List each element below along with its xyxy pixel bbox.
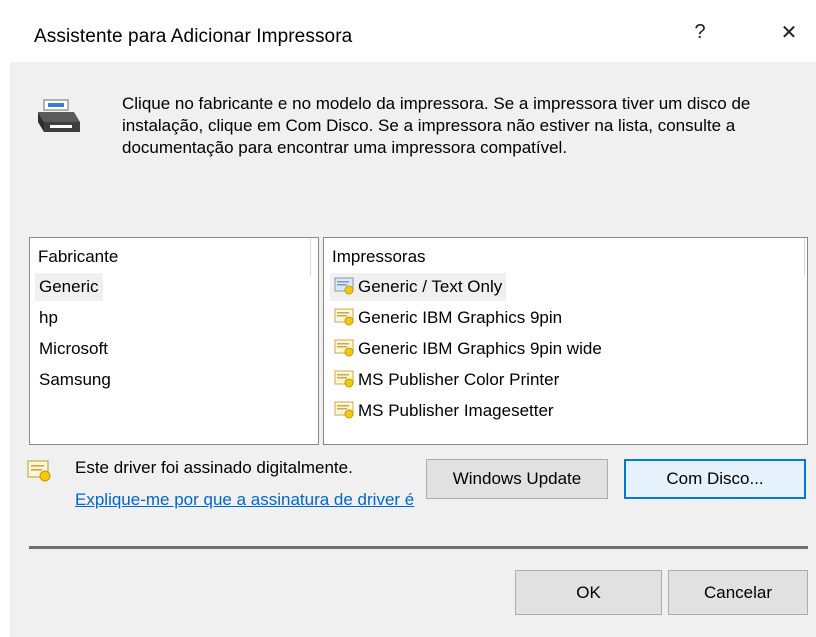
manufacturer-list[interactable]: Fabricante Generic hp Microsoft Samsung bbox=[29, 237, 319, 445]
signature-info-link[interactable]: Explique-me por que a assinatura de driv… bbox=[75, 490, 475, 510]
windows-update-button[interactable]: Windows Update bbox=[426, 459, 608, 499]
printer-label: MS Publisher Imagesetter bbox=[358, 401, 554, 420]
column-divider bbox=[804, 238, 805, 276]
certificate-icon bbox=[334, 277, 354, 295]
printer-icon bbox=[38, 99, 80, 132]
certificate-icon bbox=[334, 308, 354, 326]
list-item-printer[interactable]: Generic / Text Only bbox=[330, 273, 507, 301]
cancel-button[interactable]: Cancelar bbox=[668, 570, 808, 615]
list-item-manufacturer[interactable]: Generic bbox=[35, 273, 103, 301]
ok-button[interactable]: OK bbox=[515, 570, 662, 615]
have-disk-button[interactable]: Com Disco... bbox=[624, 459, 806, 499]
list-item-manufacturer[interactable]: hp bbox=[35, 304, 62, 332]
certificate-icon bbox=[334, 401, 354, 419]
printer-label: Generic IBM Graphics 9pin wide bbox=[358, 339, 602, 358]
help-button[interactable]: ? bbox=[677, 12, 723, 52]
printer-label: Generic IBM Graphics 9pin bbox=[358, 308, 563, 327]
list-item-manufacturer[interactable]: Samsung bbox=[35, 366, 115, 394]
signature-status-text: Este driver foi assinado digitalmente. bbox=[75, 458, 353, 477]
list-item-manufacturer[interactable]: Microsoft bbox=[35, 335, 112, 363]
window-title: Assistente para Adicionar Impressora bbox=[34, 26, 353, 47]
instructions-text: Clique no fabricante e no modelo da impr… bbox=[122, 94, 751, 157]
list-item-printer[interactable]: Generic IBM Graphics 9pin wide bbox=[330, 335, 606, 363]
printer-list[interactable]: Impressoras Generic / Text Only Generic … bbox=[323, 237, 808, 445]
title-bar: Assistente para Adicionar Impressora ? ✕ bbox=[0, 0, 816, 62]
manufacturer-header: Fabricante bbox=[38, 247, 119, 266]
printer-label: MS Publisher Color Printer bbox=[358, 370, 560, 389]
list-item-printer[interactable]: MS Publisher Color Printer bbox=[330, 366, 563, 394]
dialog-content: Clique no fabricante e no modelo da impr… bbox=[10, 62, 816, 637]
list-item-printer[interactable]: MS Publisher Imagesetter bbox=[330, 397, 558, 425]
close-button[interactable]: ✕ bbox=[766, 12, 812, 52]
list-item-printer[interactable]: Generic IBM Graphics 9pin bbox=[330, 304, 566, 332]
printer-label: Generic / Text Only bbox=[358, 277, 503, 296]
signed-driver-icon bbox=[27, 460, 51, 482]
certificate-icon bbox=[334, 339, 354, 357]
certificate-icon bbox=[334, 370, 354, 388]
footer-divider bbox=[29, 546, 808, 549]
column-divider bbox=[310, 238, 311, 276]
printers-header: Impressoras bbox=[332, 247, 426, 266]
